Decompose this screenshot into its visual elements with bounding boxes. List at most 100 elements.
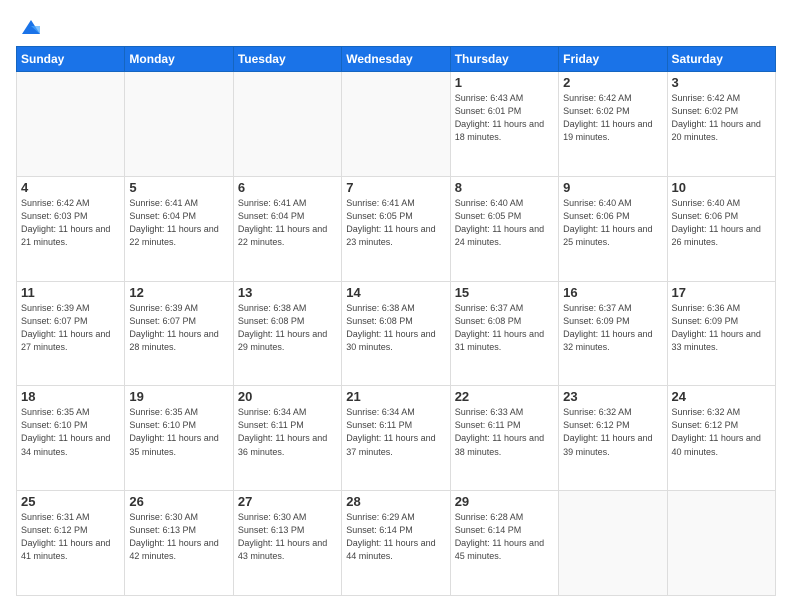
day-number: 11	[21, 285, 120, 300]
calendar-cell: 13 Sunrise: 6:38 AM Sunset: 6:08 PM Dayli…	[233, 281, 341, 386]
calendar-cell: 5 Sunrise: 6:41 AM Sunset: 6:04 PM Daylig…	[125, 176, 233, 281]
day-info: Sunrise: 6:43 AM Sunset: 6:01 PM Dayligh…	[455, 92, 554, 144]
day-info: Sunrise: 6:39 AM Sunset: 6:07 PM Dayligh…	[21, 302, 120, 354]
day-info: Sunrise: 6:34 AM Sunset: 6:11 PM Dayligh…	[238, 406, 337, 458]
logo-icon	[20, 16, 42, 38]
day-info: Sunrise: 6:41 AM Sunset: 6:04 PM Dayligh…	[238, 197, 337, 249]
logo	[16, 16, 42, 36]
day-info: Sunrise: 6:32 AM Sunset: 6:12 PM Dayligh…	[672, 406, 771, 458]
calendar-cell: 3 Sunrise: 6:42 AM Sunset: 6:02 PM Daylig…	[667, 72, 775, 177]
calendar-cell: 9Sunrise: 6:40 AM Sunset: 6:06 PM Daylig…	[559, 176, 667, 281]
day-number: 25	[21, 494, 120, 509]
calendar-cell: 22 Sunrise: 6:33 AM Sunset: 6:11 PM Dayli…	[450, 386, 558, 491]
calendar-cell: 17 Sunrise: 6:36 AM Sunset: 6:09 PM Dayli…	[667, 281, 775, 386]
day-info: Sunrise: 6:31 AM Sunset: 6:12 PM Dayligh…	[21, 511, 120, 563]
day-number: 6	[238, 180, 337, 195]
header	[16, 16, 776, 36]
day-number: 24	[672, 389, 771, 404]
calendar-cell: 2 Sunrise: 6:42 AM Sunset: 6:02 PM Daylig…	[559, 72, 667, 177]
day-number: 15	[455, 285, 554, 300]
day-number: 13	[238, 285, 337, 300]
day-number: 5	[129, 180, 228, 195]
day-info: Sunrise: 6:30 AM Sunset: 6:13 PM Dayligh…	[238, 511, 337, 563]
calendar-cell: 14 Sunrise: 6:38 AM Sunset: 6:08 PM Dayli…	[342, 281, 450, 386]
page: SundayMondayTuesdayWednesdayThursdayFrid…	[0, 0, 792, 612]
day-number: 4	[21, 180, 120, 195]
calendar-cell: 11 Sunrise: 6:39 AM Sunset: 6:07 PM Dayli…	[17, 281, 125, 386]
day-info: Sunrise: 6:36 AM Sunset: 6:09 PM Dayligh…	[672, 302, 771, 354]
calendar-cell: 4 Sunrise: 6:42 AM Sunset: 6:03 PM Daylig…	[17, 176, 125, 281]
calendar-cell: 15 Sunrise: 6:37 AM Sunset: 6:08 PM Dayli…	[450, 281, 558, 386]
day-info: Sunrise: 6:38 AM Sunset: 6:08 PM Dayligh…	[346, 302, 445, 354]
calendar-cell: 7Sunrise: 6:41 AM Sunset: 6:05 PM Daylig…	[342, 176, 450, 281]
day-number: 12	[129, 285, 228, 300]
day-number: 2	[563, 75, 662, 90]
day-number: 23	[563, 389, 662, 404]
calendar-cell	[667, 491, 775, 596]
day-info: Sunrise: 6:40 AM Sunset: 6:05 PM Dayligh…	[455, 197, 554, 249]
calendar-cell: 29 Sunrise: 6:28 AM Sunset: 6:14 PM Dayli…	[450, 491, 558, 596]
day-number: 21	[346, 389, 445, 404]
day-info: Sunrise: 6:40 AM Sunset: 6:06 PM Dayligh…	[672, 197, 771, 249]
day-number: 19	[129, 389, 228, 404]
calendar-cell: 28 Sunrise: 6:29 AM Sunset: 6:14 PM Dayli…	[342, 491, 450, 596]
calendar-cell: 16 Sunrise: 6:37 AM Sunset: 6:09 PM Dayli…	[559, 281, 667, 386]
day-number: 27	[238, 494, 337, 509]
day-number: 28	[346, 494, 445, 509]
weekday-header: Wednesday	[342, 47, 450, 72]
calendar-cell	[233, 72, 341, 177]
day-number: 26	[129, 494, 228, 509]
day-info: Sunrise: 6:35 AM Sunset: 6:10 PM Dayligh…	[129, 406, 228, 458]
day-info: Sunrise: 6:29 AM Sunset: 6:14 PM Dayligh…	[346, 511, 445, 563]
day-number: 22	[455, 389, 554, 404]
weekday-header: Saturday	[667, 47, 775, 72]
calendar-cell: 10 Sunrise: 6:40 AM Sunset: 6:06 PM Dayli…	[667, 176, 775, 281]
day-info: Sunrise: 6:41 AM Sunset: 6:04 PM Dayligh…	[129, 197, 228, 249]
calendar-cell	[17, 72, 125, 177]
day-info: Sunrise: 6:42 AM Sunset: 6:03 PM Dayligh…	[21, 197, 120, 249]
calendar-week-row: 1Sunrise: 6:43 AM Sunset: 6:01 PM Daylig…	[17, 72, 776, 177]
calendar-cell: 1Sunrise: 6:43 AM Sunset: 6:01 PM Daylig…	[450, 72, 558, 177]
weekday-header: Tuesday	[233, 47, 341, 72]
calendar-cell: 8 Sunrise: 6:40 AM Sunset: 6:05 PM Daylig…	[450, 176, 558, 281]
day-number: 9	[563, 180, 662, 195]
day-info: Sunrise: 6:37 AM Sunset: 6:09 PM Dayligh…	[563, 302, 662, 354]
day-info: Sunrise: 6:35 AM Sunset: 6:10 PM Dayligh…	[21, 406, 120, 458]
day-info: Sunrise: 6:37 AM Sunset: 6:08 PM Dayligh…	[455, 302, 554, 354]
calendar-cell: 23 Sunrise: 6:32 AM Sunset: 6:12 PM Dayli…	[559, 386, 667, 491]
calendar-cell	[342, 72, 450, 177]
calendar-cell	[125, 72, 233, 177]
day-info: Sunrise: 6:33 AM Sunset: 6:11 PM Dayligh…	[455, 406, 554, 458]
calendar-cell: 12 Sunrise: 6:39 AM Sunset: 6:07 PM Dayli…	[125, 281, 233, 386]
calendar-week-row: 11 Sunrise: 6:39 AM Sunset: 6:07 PM Dayli…	[17, 281, 776, 386]
day-info: Sunrise: 6:42 AM Sunset: 6:02 PM Dayligh…	[672, 92, 771, 144]
calendar-week-row: 25 Sunrise: 6:31 AM Sunset: 6:12 PM Dayli…	[17, 491, 776, 596]
day-number: 17	[672, 285, 771, 300]
calendar-table: SundayMondayTuesdayWednesdayThursdayFrid…	[16, 46, 776, 596]
day-info: Sunrise: 6:28 AM Sunset: 6:14 PM Dayligh…	[455, 511, 554, 563]
weekday-header: Monday	[125, 47, 233, 72]
day-number: 29	[455, 494, 554, 509]
day-info: Sunrise: 6:39 AM Sunset: 6:07 PM Dayligh…	[129, 302, 228, 354]
day-number: 10	[672, 180, 771, 195]
day-number: 16	[563, 285, 662, 300]
day-number: 14	[346, 285, 445, 300]
day-info: Sunrise: 6:38 AM Sunset: 6:08 PM Dayligh…	[238, 302, 337, 354]
day-info: Sunrise: 6:30 AM Sunset: 6:13 PM Dayligh…	[129, 511, 228, 563]
day-number: 20	[238, 389, 337, 404]
calendar-week-row: 4 Sunrise: 6:42 AM Sunset: 6:03 PM Daylig…	[17, 176, 776, 281]
day-info: Sunrise: 6:32 AM Sunset: 6:12 PM Dayligh…	[563, 406, 662, 458]
day-number: 18	[21, 389, 120, 404]
calendar-header-row: SundayMondayTuesdayWednesdayThursdayFrid…	[17, 47, 776, 72]
weekday-header: Friday	[559, 47, 667, 72]
calendar-cell: 27 Sunrise: 6:30 AM Sunset: 6:13 PM Dayli…	[233, 491, 341, 596]
calendar-cell: 24 Sunrise: 6:32 AM Sunset: 6:12 PM Dayli…	[667, 386, 775, 491]
day-number: 8	[455, 180, 554, 195]
calendar-cell: 26 Sunrise: 6:30 AM Sunset: 6:13 PM Dayli…	[125, 491, 233, 596]
weekday-header: Thursday	[450, 47, 558, 72]
day-info: Sunrise: 6:34 AM Sunset: 6:11 PM Dayligh…	[346, 406, 445, 458]
calendar-week-row: 18 Sunrise: 6:35 AM Sunset: 6:10 PM Dayli…	[17, 386, 776, 491]
day-info: Sunrise: 6:42 AM Sunset: 6:02 PM Dayligh…	[563, 92, 662, 144]
day-number: 3	[672, 75, 771, 90]
day-number: 7	[346, 180, 445, 195]
